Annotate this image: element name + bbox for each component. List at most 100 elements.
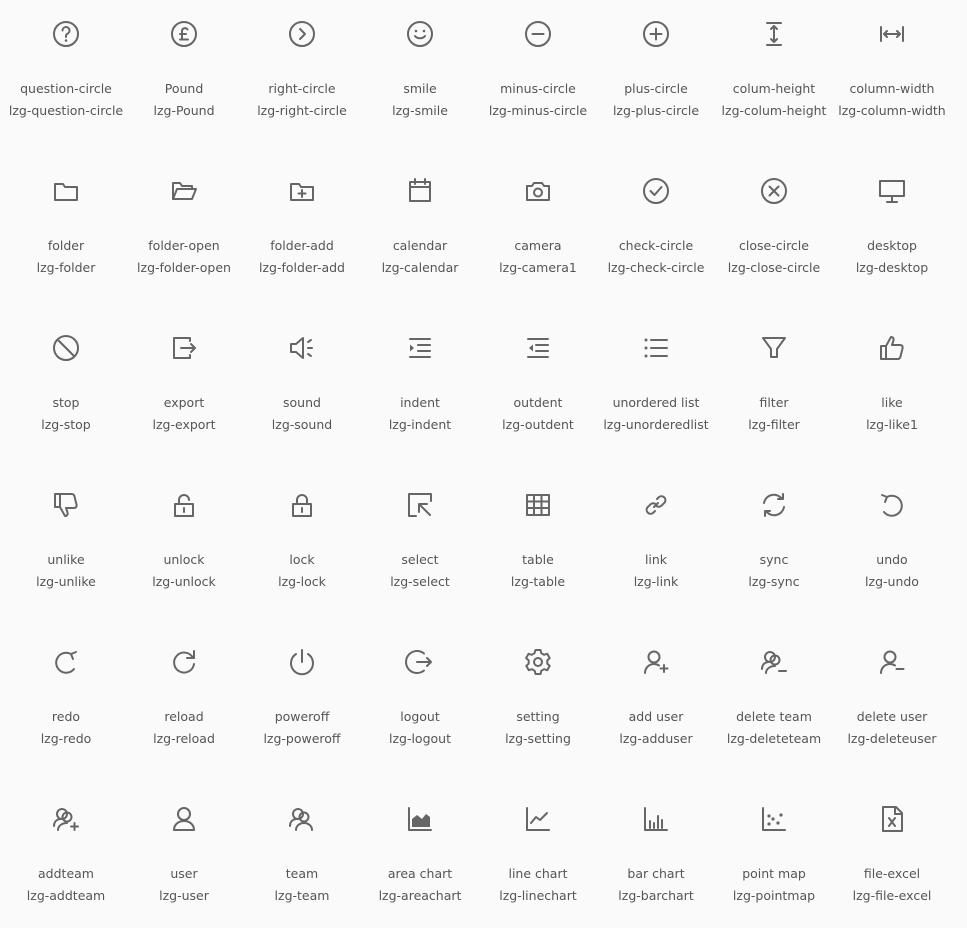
team-icon [286,803,318,835]
sync-icon [758,489,790,521]
filter-icon [758,332,790,364]
icon-label: desktop [867,238,917,253]
icon-card[interactable]: folder-add lzg-folder-add [243,160,361,300]
icon-grid: question-circle lzg-question-circle Pound l… [0,0,967,911]
user-icon [168,803,200,835]
icon-card[interactable]: desktop lzg-desktop [833,160,951,300]
smile-icon [404,18,436,50]
icon-card[interactable]: reload lzg-reload [125,631,243,771]
right-circle-icon [286,18,318,50]
icon-card[interactable]: delete user lzg-deleteuser [833,631,951,771]
minus-circle-icon [522,18,554,50]
icon-card[interactable]: bar chart lzg-barchart [597,788,715,928]
icon-label: delete user [856,709,928,724]
icon-card[interactable]: delete team lzg-deleteteam [715,631,833,771]
icon-label: undo [876,552,908,567]
column-width-icon [876,18,908,50]
icon-card[interactable]: select lzg-select [361,474,479,614]
icon-card[interactable]: folder lzg-folder [7,160,125,300]
pound-icon [168,18,200,50]
point-map-icon [758,803,790,835]
icon-card[interactable]: filter lzg-filter [715,317,833,457]
icon-card[interactable]: like lzg-like1 [833,317,951,457]
link-icon [640,489,672,521]
indent-icon [404,332,436,364]
icon-card[interactable]: line chart lzg-linechart [479,788,597,928]
icon-card[interactable]: calendar lzg-calendar [361,160,479,300]
icon-card[interactable]: column-width lzg-column-width [833,3,951,143]
icon-card[interactable]: area chart lzg-areachart [361,788,479,928]
icon-card[interactable]: link lzg-link [597,474,715,614]
icon-card[interactable]: poweroff lzg-poweroff [243,631,361,771]
icon-card[interactable]: indent lzg-indent [361,317,479,457]
icon-card[interactable]: setting lzg-setting [479,631,597,771]
icon-card[interactable]: outdent lzg-outdent [479,317,597,457]
unlock-icon [168,489,200,521]
icon-card[interactable]: unlock lzg-unlock [125,474,243,614]
icon-card[interactable]: file-excel lzg-file-excel [833,788,951,928]
icon-card[interactable]: addteam lzg-addteam [7,788,125,928]
icon-card[interactable]: unlike lzg-unlike [7,474,125,614]
icon-card[interactable]: undo lzg-undo [833,474,951,614]
icon-card[interactable]: logout lzg-logout [361,631,479,771]
icon-class-name: lzg-like1 [866,417,918,432]
folder-add-icon [286,175,318,207]
icon-card[interactable]: user lzg-user [125,788,243,928]
icon-label: column-width [849,81,935,96]
icon-card[interactable]: plus-circle lzg-plus-circle [597,3,715,143]
line-chart-icon [522,803,554,835]
icon-card[interactable]: add user lzg-adduser [597,631,715,771]
icon-card[interactable]: unordered list lzg-unorderedlist [597,317,715,457]
icon-card[interactable]: point map lzg-pointmap [715,788,833,928]
outdent-icon [522,332,554,364]
icon-label: file-excel [863,866,921,881]
check-circle-icon [640,175,672,207]
icon-card[interactable]: right-circle lzg-right-circle [243,3,361,143]
icon-class-name: lzg-column-width [838,103,946,118]
delete-team-icon [758,646,790,678]
delete-user-icon [876,646,908,678]
folder-open-icon [168,175,200,207]
icon-card[interactable]: folder-open lzg-folder-open [125,160,243,300]
icon-card[interactable]: check-circle lzg-check-circle [597,160,715,300]
sound-icon [286,332,318,364]
icon-card[interactable]: lock lzg-lock [243,474,361,614]
add-user-icon [640,646,672,678]
icon-class-name: lzg-undo [865,574,919,589]
icon-card[interactable]: smile lzg-smile [361,3,479,143]
icon-card[interactable]: table lzg-table [479,474,597,614]
desktop-icon [876,175,908,207]
plus-circle-icon [640,18,672,50]
icon-card[interactable]: sound lzg-sound [243,317,361,457]
icon-card[interactable]: sync lzg-sync [715,474,833,614]
icon-card[interactable]: Pound lzg-Pound [125,3,243,143]
icon-card[interactable]: redo lzg-redo [7,631,125,771]
logout-icon [404,646,436,678]
icon-card[interactable]: stop lzg-stop [7,317,125,457]
stop-icon [50,332,82,364]
icon-card[interactable]: minus-circle lzg-minus-circle [479,3,597,143]
icon-class-name: lzg-desktop [855,260,929,275]
reload-icon [168,646,200,678]
icon-card[interactable]: camera lzg-camera1 [479,160,597,300]
area-chart-icon [404,803,436,835]
bar-chart-icon [640,803,672,835]
lock-icon [286,489,318,521]
table-icon [522,489,554,521]
folder-icon [50,175,82,207]
camera-icon [522,175,554,207]
close-circle-icon [758,175,790,207]
unlike-icon [50,489,82,521]
icon-card[interactable]: question-circle lzg-question-circle [7,3,125,143]
icon-card[interactable]: close-circle lzg-close-circle [715,160,833,300]
column-height-icon [758,18,790,50]
export-icon [168,332,200,364]
unordered-list-icon [640,332,672,364]
icon-card[interactable]: colum-height lzg-colum-height [715,3,833,143]
icon-card[interactable]: team lzg-team [243,788,361,928]
poweroff-icon [286,646,318,678]
add-team-icon [50,803,82,835]
icon-card[interactable]: export lzg-export [125,317,243,457]
select-icon [404,489,436,521]
icon-class-name: lzg-file-excel [852,888,932,903]
